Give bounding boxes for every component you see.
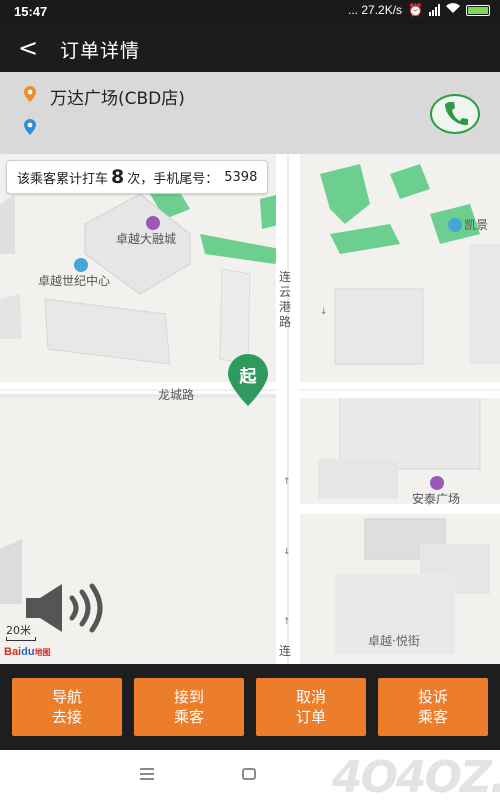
cancel-order-button[interactable]: 取消 订单 xyxy=(256,678,366,736)
map-scale-label: 20米 xyxy=(6,624,31,637)
road-label-longcheng: 龙城路 xyxy=(158,388,195,402)
call-passenger-button[interactable] xyxy=(430,94,480,134)
title-bar: < 订单详情 xyxy=(0,24,500,72)
passenger-picked-up-button[interactable]: 接到 乘客 xyxy=(134,678,244,736)
origin-address: 万达广场(CBD店) xyxy=(50,89,185,109)
svg-text:↓: ↓ xyxy=(320,307,328,317)
destination-pin-icon xyxy=(24,119,36,135)
menu-icon[interactable] xyxy=(140,768,154,780)
building-icon xyxy=(74,258,88,272)
road-label-lian: 连 xyxy=(279,644,292,658)
poi-zhuoyue-yuejie[interactable]: 卓越·悦街 xyxy=(368,632,420,649)
navigate-pickup-button[interactable]: 导航 去接 xyxy=(12,678,122,736)
network-speed: ... 27.2K/s xyxy=(348,3,403,17)
mall-icon xyxy=(430,476,444,490)
mall-icon xyxy=(146,216,160,230)
svg-text:↑: ↑ xyxy=(283,617,291,627)
status-icons: ... 27.2K/s ⏰ xyxy=(348,3,490,17)
road-label-lianyungang: 连云港路 xyxy=(279,270,292,329)
battery-icon xyxy=(466,4,490,16)
wifi-icon xyxy=(446,3,460,17)
status-bar: 15:47 ... 27.2K/s ⏰ xyxy=(0,0,500,24)
phone-icon xyxy=(445,102,468,126)
start-marker-label: 起 xyxy=(239,367,257,387)
phone-tail-number: 5398 xyxy=(224,169,258,185)
map-scale-bar xyxy=(6,637,36,641)
page-title: 订单详情 xyxy=(60,40,141,62)
address-panel: 万达广场(CBD店) xyxy=(0,72,500,154)
svg-text:↓: ↓ xyxy=(283,547,291,557)
watermark: 4O4OZ.com xyxy=(332,752,500,800)
baidu-map-logo: Baidu地图 xyxy=(4,646,51,658)
building-icon xyxy=(448,217,462,232)
passenger-info-bubble: 该乘客累计打车 8 次，手机尾号： 5398 xyxy=(6,160,269,194)
poi-zhuoyue-shiji-zhongxin[interactable]: 卓越世纪中心 xyxy=(38,258,110,289)
signal-icon xyxy=(429,4,440,16)
speaker-icon xyxy=(26,583,103,633)
complain-passenger-button[interactable]: 投诉 乘客 xyxy=(378,678,488,736)
alarm-icon: ⏰ xyxy=(408,3,423,17)
home-icon[interactable] xyxy=(242,768,256,780)
poi-kaijing[interactable]: 凯景 xyxy=(448,216,488,233)
app-screen: 15:47 ... 27.2K/s ⏰ < 订单详情 万达广场(CBD店) ↑ … xyxy=(0,0,500,800)
origin-pin-icon xyxy=(24,86,36,102)
ride-count-prefix: 该乘客累计打车 xyxy=(17,171,109,187)
ride-count: 8 xyxy=(111,166,125,188)
ride-count-suffix: 次，手机尾号： xyxy=(127,171,219,187)
poi-zhuoyue-darongcheng[interactable]: 卓越大融城 xyxy=(116,216,176,247)
chevron-left-icon[interactable]: < xyxy=(14,34,42,62)
status-time: 15:47 xyxy=(14,4,48,19)
poi-antai-guangchang[interactable]: 安泰广场 xyxy=(412,476,460,507)
start-marker[interactable]: 起 xyxy=(228,354,268,406)
action-bar: 导航 去接 接到 乘客 取消 订单 投诉 乘客 xyxy=(0,664,500,750)
voice-broadcast-button[interactable] xyxy=(24,580,108,636)
svg-text:↑: ↑ xyxy=(283,477,291,487)
